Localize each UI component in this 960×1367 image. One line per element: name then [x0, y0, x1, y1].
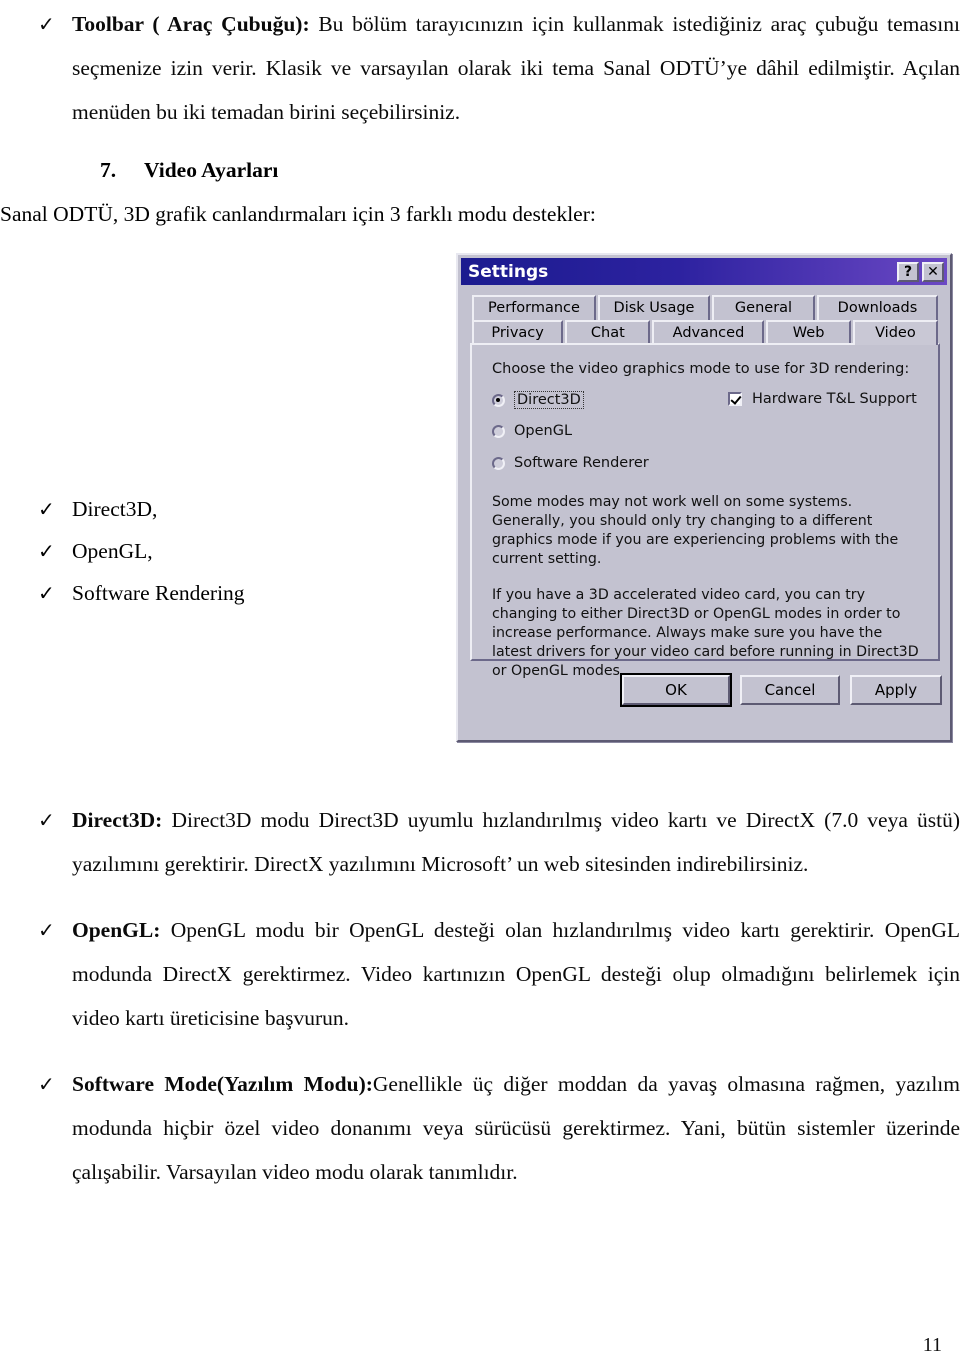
radio-software-renderer[interactable]: Software Renderer [492, 455, 649, 471]
paragraph-direct3d-text: Direct3D modu Direct3D uyumlu hızlandırı… [72, 808, 960, 876]
page-number: 11 [922, 1334, 942, 1356]
close-icon[interactable]: ✕ [922, 261, 944, 282]
checkbox-hardware-tnl-indicator[interactable] [728, 392, 742, 406]
paragraph-toolbar-lead: Toolbar ( Araç Çubuğu): [72, 12, 310, 36]
radio-opengl-indicator[interactable] [492, 424, 505, 438]
paragraph-opengl-lead: OpenGL: [72, 918, 161, 942]
checkbox-hardware-tnl-label: Hardware T&L Support [752, 391, 917, 407]
checkmark-icon: ✓ [38, 539, 55, 563]
tab-general[interactable]: General [712, 295, 815, 320]
help-icon[interactable]: ? [897, 261, 919, 282]
section-heading-title: Video Ayarları [144, 158, 279, 182]
tab-row-bottom: Privacy Chat Advanced Web Video [472, 320, 940, 345]
video-mode-prompt: Choose the video graphics mode to use fo… [492, 361, 910, 377]
tab-row-top: Performance Disk Usage General Downloads [472, 295, 940, 320]
checkmark-icon: ✓ [38, 497, 55, 521]
apply-button[interactable]: Apply [850, 675, 942, 705]
radio-software-renderer-label: Software Renderer [514, 455, 649, 471]
checkmark-icon: ✓ [38, 1072, 55, 1096]
tab-privacy[interactable]: Privacy [472, 320, 564, 345]
paragraph-toolbar: ✓ Toolbar ( Araç Çubuğu): Bu bölüm taray… [0, 2, 960, 134]
tab-video[interactable]: Video [852, 320, 939, 345]
tab-downloads[interactable]: Downloads [817, 295, 938, 320]
radio-direct3d-label: Direct3D [514, 391, 584, 409]
paragraph-direct3d-lead: Direct3D: [72, 808, 163, 832]
checkmark-icon: ✓ [38, 918, 55, 942]
dialog-titlebar: Settings ? ✕ [461, 258, 947, 285]
intro-line: Sanal ODTÜ, 3D grafik canlandırmaları iç… [0, 202, 596, 226]
paragraph-direct3d: ✓ Direct3D: Direct3D modu Direct3D uyuml… [0, 798, 960, 886]
help-paragraph-2: If you have a 3D accelerated video card,… [492, 587, 919, 679]
section-heading: 7. Video Ayarları [0, 148, 960, 192]
list-item-label: Software Rendering [72, 581, 245, 605]
dialog-content-panel: Choose the video graphics mode to use fo… [470, 343, 940, 679]
radio-opengl-label: OpenGL [514, 423, 573, 439]
list-item-label: Direct3D, [72, 497, 158, 521]
radio-software-renderer-indicator[interactable] [492, 456, 505, 470]
tab-advanced[interactable]: Advanced [652, 320, 765, 345]
radio-direct3d[interactable]: Direct3D [492, 391, 584, 409]
dialog-title: Settings [468, 261, 549, 282]
settings-dialog: Settings ? ✕ Performance Disk Usage Gene… [456, 253, 952, 742]
tab-performance[interactable]: Performance [472, 295, 596, 320]
cancel-button[interactable]: Cancel [740, 675, 840, 705]
tab-web[interactable]: Web [766, 320, 851, 345]
tab-chat[interactable]: Chat [565, 320, 651, 345]
paragraph-software-mode: ✓ Software Mode(Yazılım Modu):Genellikle… [0, 1062, 960, 1194]
radio-opengl[interactable]: OpenGL [492, 423, 572, 439]
tab-disk-usage[interactable]: Disk Usage [598, 295, 710, 320]
dialog-button-row: OK Cancel Apply [470, 673, 942, 707]
ok-button[interactable]: OK [620, 673, 732, 707]
paragraph-software-mode-lead: Software Mode(Yazılım Modu): [72, 1072, 373, 1096]
section-heading-number: 7. [100, 158, 117, 182]
checkmark-icon: ✓ [38, 581, 55, 605]
paragraph-opengl-text: OpenGL modu bir OpenGL desteği olan hızl… [72, 918, 960, 1030]
checkmark-icon: ✓ [38, 12, 55, 36]
checkmark-icon: ✓ [38, 808, 55, 832]
paragraph-opengl: ✓ OpenGL: OpenGL modu bir OpenGL desteği… [0, 908, 960, 1040]
checkbox-hardware-tnl[interactable]: Hardware T&L Support [728, 391, 917, 407]
radio-direct3d-indicator[interactable] [492, 393, 505, 407]
help-paragraph-1: Some modes may not work well on some sys… [492, 494, 899, 567]
dialog-help-text: Some modes may not work well on some sys… [492, 493, 922, 681]
list-item-label: OpenGL, [72, 539, 153, 563]
